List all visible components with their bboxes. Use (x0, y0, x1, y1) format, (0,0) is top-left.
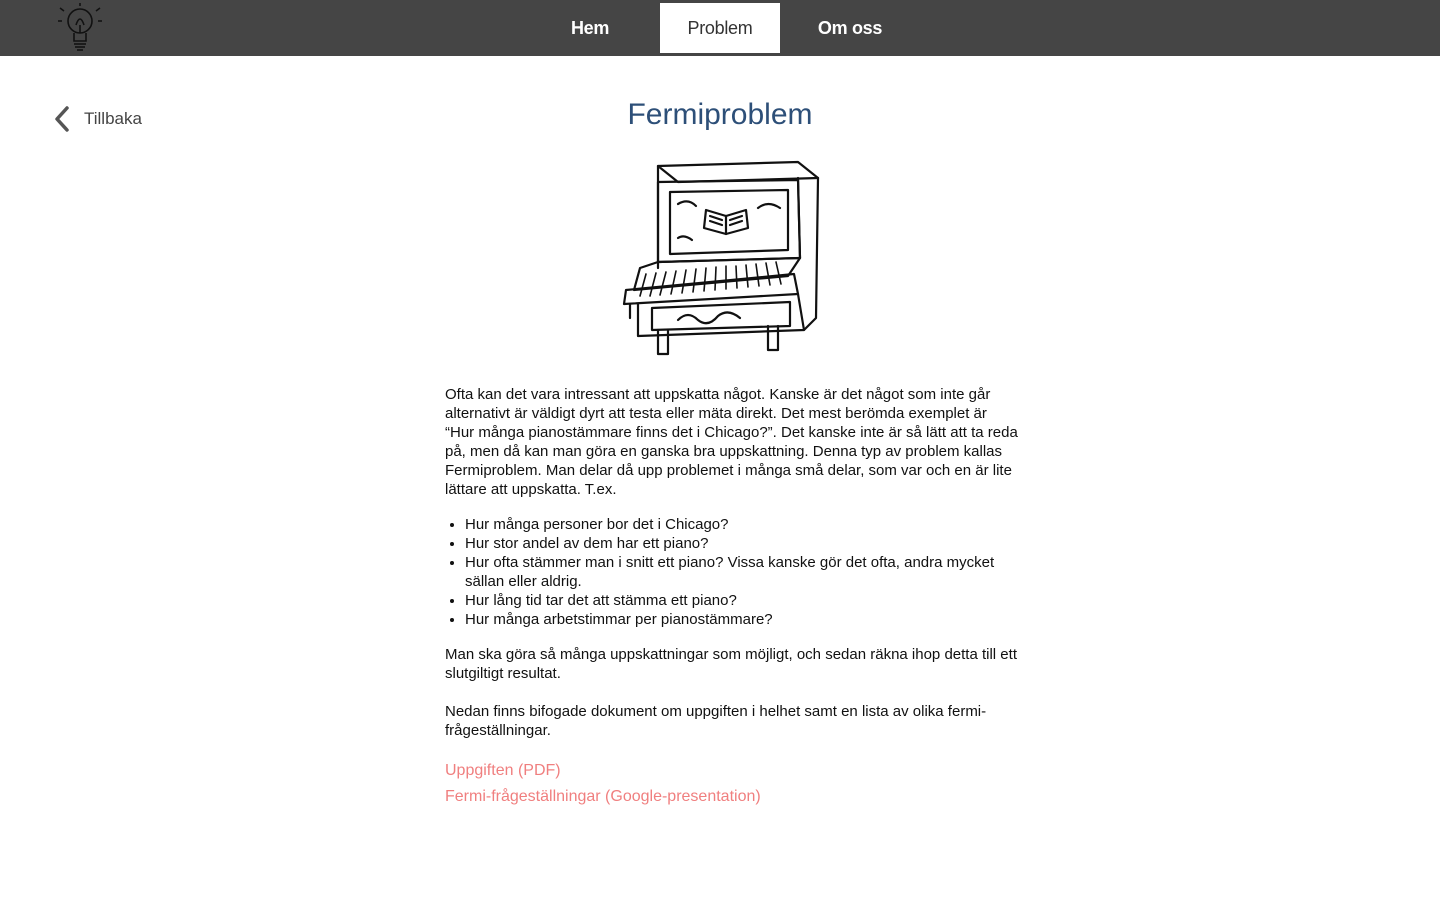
google-presentation-link[interactable]: Fermi-frågeställningar (Google-presentat… (445, 784, 1020, 810)
question-list: Hur många personer bor det i Chicago? Hu… (445, 515, 1020, 629)
list-item: Hur ofta stämmer man i snitt ett piano? … (465, 553, 1020, 591)
intro-paragraph: Ofta kan det vara intressant att uppskat… (445, 386, 1018, 498)
nav-item-om-oss[interactable]: Om oss (790, 3, 910, 53)
list-item: Hur många personer bor det i Chicago? (465, 515, 1020, 534)
top-navbar: Hem Problem Om oss (0, 0, 1440, 56)
attachments-paragraph: Nedan finns bifogade dokument om uppgift… (445, 703, 987, 739)
article-content: Ofta kan det vara intressant att uppskat… (445, 385, 1020, 810)
piano-illustration (622, 160, 820, 356)
lightbulb-logo-icon[interactable] (58, 3, 102, 53)
list-item: Hur stor andel av dem har ett piano? (465, 534, 1020, 553)
attachment-links: Uppgiften (PDF) Fermi-frågeställningar (… (445, 758, 1020, 810)
main-nav: Hem Problem Om oss (530, 3, 920, 53)
list-item: Hur lång tid tar det att stämma ett pian… (465, 591, 1020, 610)
pdf-link[interactable]: Uppgiften (PDF) (445, 758, 1020, 784)
nav-item-problem[interactable]: Problem (660, 3, 780, 53)
summary-paragraph: Man ska göra så många uppskattningar som… (445, 646, 1017, 682)
list-item: Hur många arbetstimmar per pianostämmare… (465, 610, 1020, 629)
nav-item-hem[interactable]: Hem (530, 3, 650, 53)
page-title: Fermiproblem (627, 98, 813, 131)
